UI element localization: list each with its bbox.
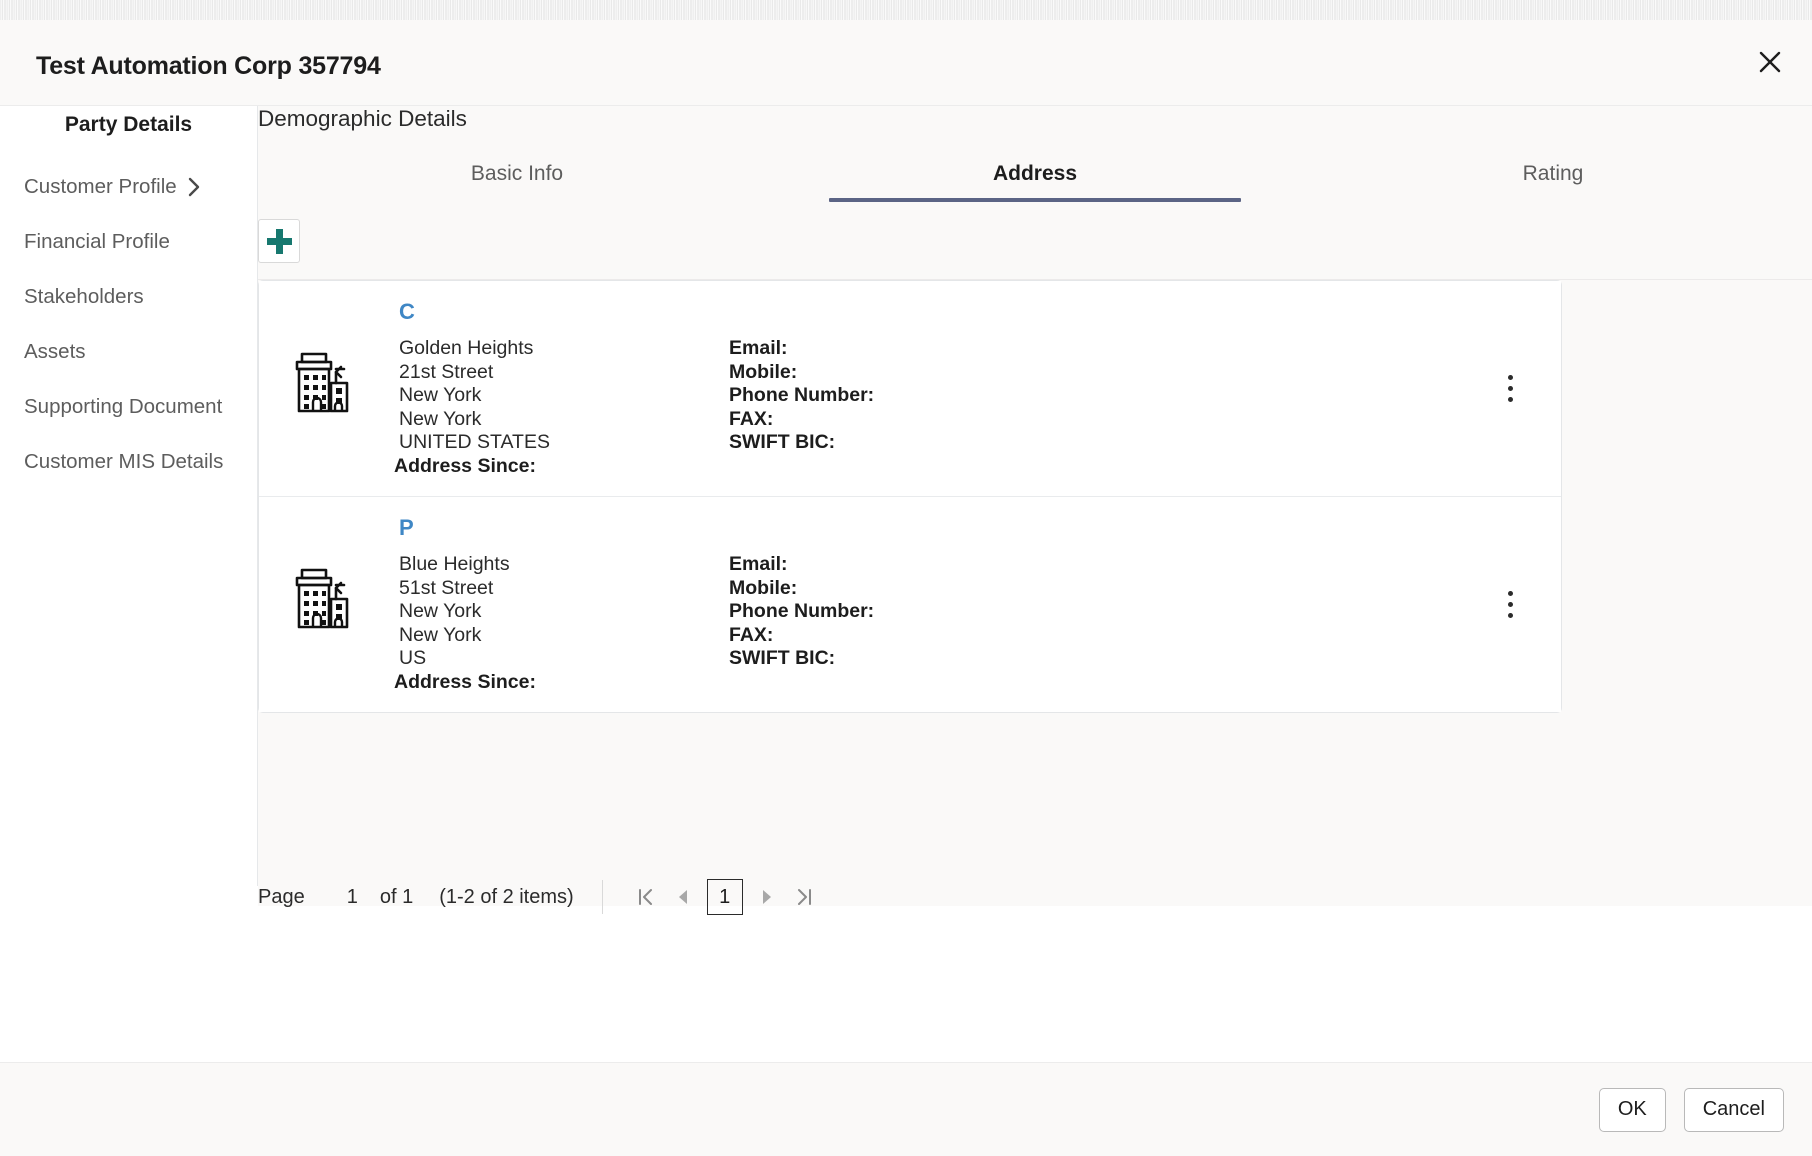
plus-icon <box>266 228 292 254</box>
contact-mobile-label: Mobile: <box>729 576 798 599</box>
contact-swift-bic-label: SWIFT BIC: <box>729 431 836 453</box>
first-page-icon[interactable] <box>627 878 665 916</box>
contact-email-label: Email: <box>729 553 788 575</box>
sidebar-item-label: Financial Profile <box>24 229 170 253</box>
sidebar-item-label: Assets <box>24 339 86 363</box>
contact-mobile-label: Mobile: <box>729 360 798 383</box>
address-line: Golden Heights <box>399 337 534 359</box>
pagination-items-label: (1-2 of 2 items) <box>439 885 574 908</box>
sidebar-item-supporting-document[interactable]: Supporting Document <box>0 379 257 434</box>
add-address-button[interactable] <box>258 219 300 263</box>
building-icon <box>259 517 399 635</box>
contact-fax-label: FAX: <box>729 407 774 430</box>
address-line: New York <box>399 384 482 406</box>
sidebar-item-customer-profile[interactable]: Customer Profile <box>0 159 257 214</box>
building-icon <box>259 301 399 419</box>
address-line: Blue Heights <box>399 553 510 575</box>
pagination-divider <box>601 880 603 914</box>
address-line: New York <box>399 407 482 430</box>
sidebar-item-financial-profile[interactable]: Financial Profile <box>0 214 257 269</box>
chevron-right-icon <box>187 176 201 198</box>
pagination-page-value: 1 <box>346 885 358 908</box>
kebab-menu-icon[interactable] <box>1497 366 1523 412</box>
page-title: Test Automation Corp 357794 <box>36 52 381 80</box>
address-line: 21st Street <box>399 360 494 383</box>
address-since-label: Address Since: <box>394 454 536 477</box>
tab-label: Rating <box>1522 162 1584 185</box>
contact-email-label: Email: <box>729 337 788 359</box>
address-type-code: C <box>399 299 415 324</box>
contact-column: Email: Mobile: Phone Number: FAX: SWIFT … <box>729 517 1561 694</box>
background-noise-strip <box>0 0 1812 20</box>
sidebar-item-customer-mis-details[interactable]: Customer MIS Details <box>0 434 257 489</box>
address-type-code: P <box>399 515 414 540</box>
sidebar-item-label: Stakeholders <box>24 284 144 308</box>
content-pane: Demographic Details Basic Info Address R… <box>258 106 1812 915</box>
tab-bar: Basic Info Address Rating <box>258 150 1812 212</box>
address-card: P Blue Heights 51st Street New York New … <box>259 496 1561 712</box>
address-line: New York <box>399 600 482 622</box>
tab-basic-info[interactable]: Basic Info <box>258 150 776 212</box>
next-page-icon[interactable] <box>747 878 785 916</box>
tab-rating[interactable]: Rating <box>1294 150 1812 212</box>
sidebar: Party Details Customer Profile Financial… <box>0 106 258 886</box>
sidebar-item-label: Supporting Document <box>24 394 223 418</box>
dialog-footer: OK Cancel <box>0 1062 1812 1156</box>
contact-column: Email: Mobile: Phone Number: FAX: SWIFT … <box>729 301 1561 478</box>
dialog-window: Test Automation Corp 357794 Party Detail… <box>0 0 1812 1156</box>
kebab-menu-icon[interactable] <box>1497 582 1523 628</box>
tab-address[interactable]: Address <box>776 150 1294 212</box>
pagination-page-label: Page <box>258 885 305 908</box>
pagination: Page 1 of 1 (1-2 of 2 items) 1 <box>258 862 1812 932</box>
sidebar-item-label: Customer Profile <box>24 174 177 198</box>
address-card-list: C Golden Heights 21st Street New York Ne… <box>258 280 1562 713</box>
pagination-of-label: of 1 <box>379 885 414 908</box>
previous-page-icon[interactable] <box>665 878 703 916</box>
address-column: C Golden Heights 21st Street New York Ne… <box>394 299 729 478</box>
last-page-icon[interactable] <box>785 878 823 916</box>
tab-underline <box>829 198 1241 202</box>
pagination-current-page[interactable]: 1 <box>706 879 743 915</box>
sidebar-heading: Party Details <box>64 113 193 136</box>
contact-phone-label: Phone Number: <box>729 600 875 622</box>
ok-button[interactable]: OK <box>1598 1087 1666 1132</box>
tab-label: Address <box>992 162 1078 185</box>
cancel-button[interactable]: Cancel <box>1683 1087 1784 1132</box>
tab-label: Basic Info <box>470 162 564 185</box>
address-column: P Blue Heights 51st Street New York New … <box>394 515 729 694</box>
toolbar <box>258 218 1812 280</box>
contact-swift-bic-label: SWIFT BIC: <box>729 647 836 669</box>
address-line: 51st Street <box>399 576 494 599</box>
section-title: Demographic Details <box>258 106 467 131</box>
address-since-label: Address Since: <box>394 670 536 693</box>
dialog-header: Test Automation Corp 357794 <box>0 20 1812 106</box>
address-card: C Golden Heights 21st Street New York Ne… <box>259 281 1561 496</box>
sidebar-item-assets[interactable]: Assets <box>0 324 257 379</box>
address-line: US <box>399 647 427 669</box>
sidebar-item-label: Customer MIS Details <box>24 449 224 473</box>
address-line: UNITED STATES <box>399 431 550 453</box>
sidebar-item-stakeholders[interactable]: Stakeholders <box>0 269 257 324</box>
close-icon[interactable] <box>1750 42 1790 82</box>
contact-phone-label: Phone Number: <box>729 384 875 406</box>
contact-fax-label: FAX: <box>729 623 774 646</box>
address-line: New York <box>399 623 482 646</box>
